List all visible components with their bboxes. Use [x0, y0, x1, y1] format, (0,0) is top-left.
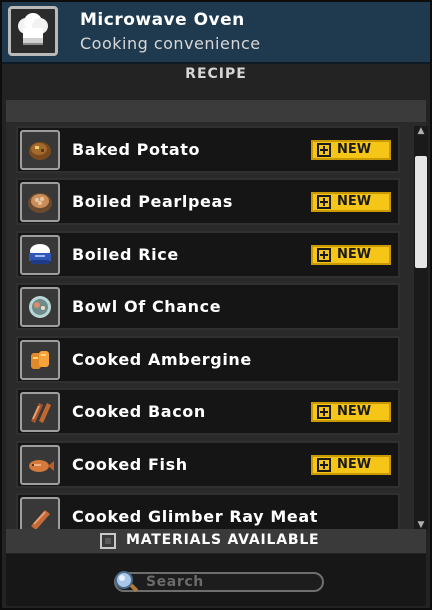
new-badge-label: NEW: [337, 142, 372, 157]
search-icon: [115, 571, 139, 593]
materials-filter-bar: MATERIALS AVAILABLE: [6, 529, 426, 553]
window-subtitle: Cooking convenience: [80, 34, 261, 53]
window-header: Microwave Oven Cooking convenience: [2, 2, 430, 64]
scroll-up-arrow-icon[interactable]: ▲: [414, 126, 428, 136]
search-input[interactable]: Search: [114, 571, 324, 593]
baked-potato-icon: [29, 142, 51, 160]
new-badge-label: NEW: [337, 457, 372, 472]
recipe-label: Bowl Of Chance: [72, 297, 222, 316]
recipe-list: Baked Potato NEW Boiled Pearlpeas NEW Bo…: [16, 126, 408, 530]
recipe-label: Cooked Ambergine: [72, 350, 252, 369]
recipe-item-baked-potato[interactable]: Baked Potato NEW: [16, 126, 400, 173]
recipe-label: Boiled Rice: [72, 245, 179, 264]
plus-icon: [317, 458, 331, 472]
recipe-label: Baked Potato: [72, 140, 201, 159]
search-placeholder: Search: [146, 574, 204, 590]
new-badge-label: NEW: [337, 404, 372, 419]
recipe-section-label: RECIPE: [185, 66, 247, 82]
recipe-item-boiled-rice[interactable]: Boiled Rice NEW: [16, 231, 400, 278]
plus-icon: [317, 195, 331, 209]
recipe-item-cooked-ambergine[interactable]: Cooked Ambergine: [16, 336, 400, 383]
chef-hat-icon: [14, 12, 52, 50]
boiled-pearlpeas-icon: [28, 193, 52, 213]
scroll-thumb[interactable]: [415, 156, 427, 268]
plus-icon: [317, 248, 331, 262]
recipe-item-bowl-of-chance[interactable]: Bowl Of Chance: [16, 283, 400, 330]
boiled-rice-icon: [29, 244, 51, 264]
search-area: Search: [6, 554, 426, 606]
plus-icon: [317, 405, 331, 419]
recipe-icon-frame: [20, 235, 60, 275]
materials-available-label: MATERIALS AVAILABLE: [126, 532, 320, 548]
recipe-label: Cooked Fish: [72, 455, 188, 474]
recipe-label: Cooked Glimber Ray Meat: [72, 507, 318, 526]
cooked-fish-icon: [29, 460, 54, 472]
recipe-item-cooked-glimber-ray-meat[interactable]: Cooked Glimber Ray Meat: [16, 493, 400, 530]
new-badge: NEW: [311, 140, 391, 160]
recipe-icon-frame: [20, 445, 60, 485]
crafting-window: Microwave Oven Cooking convenience RECIP…: [0, 0, 432, 610]
window-title: Microwave Oven: [80, 10, 245, 30]
bowl-of-chance-icon: [29, 296, 51, 318]
new-badge-label: NEW: [337, 247, 372, 262]
recipe-label: Cooked Bacon: [72, 402, 206, 421]
new-badge: NEW: [311, 402, 391, 422]
recipe-label: Boiled Pearlpeas: [72, 192, 234, 211]
new-badge: NEW: [311, 245, 391, 265]
panel-topbar: [6, 102, 426, 122]
materials-available-checkbox[interactable]: [100, 533, 116, 549]
recipe-icon-frame: [20, 182, 60, 222]
recipe-icon-frame: [20, 130, 60, 170]
recipe-scrollbar[interactable]: ▲ ▼: [414, 126, 428, 530]
new-badge-label: NEW: [337, 194, 372, 209]
recipe-icon-frame: [20, 497, 60, 530]
station-icon-frame: [8, 6, 58, 56]
recipe-item-cooked-fish[interactable]: Cooked Fish NEW: [16, 441, 400, 488]
new-badge: NEW: [311, 192, 391, 212]
new-badge: NEW: [311, 455, 391, 475]
recipe-item-boiled-pearlpeas[interactable]: Boiled Pearlpeas NEW: [16, 178, 400, 225]
cooked-bacon-icon: [31, 403, 51, 423]
recipe-panel: Baked Potato NEW Boiled Pearlpeas NEW Bo…: [6, 100, 428, 532]
plus-icon: [317, 143, 331, 157]
recipe-icon-frame: [20, 287, 60, 327]
cooked-ambergine-icon: [31, 351, 49, 369]
recipe-icon-frame: [20, 392, 60, 432]
cooked-glimber-ray-meat-icon: [31, 510, 50, 530]
recipe-item-cooked-bacon[interactable]: Cooked Bacon NEW: [16, 388, 400, 435]
recipe-icon-frame: [20, 340, 60, 380]
